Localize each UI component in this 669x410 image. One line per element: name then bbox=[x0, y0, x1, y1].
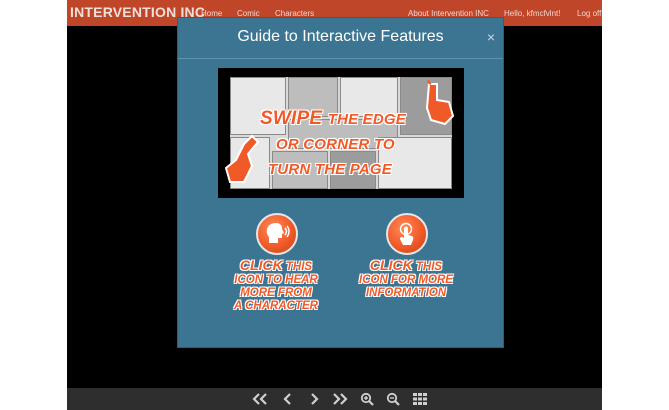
last-page-button[interactable] bbox=[330, 390, 350, 408]
touch-finger-icon bbox=[399, 222, 414, 245]
double-chevron-left-icon bbox=[252, 393, 267, 405]
grid-icon bbox=[413, 393, 427, 405]
page-grid-button[interactable] bbox=[410, 390, 430, 408]
zoom-out-button[interactable] bbox=[383, 390, 403, 408]
logoff-link[interactable]: Log off bbox=[577, 9, 601, 18]
character-voice-caption: CLICK THIS ICON TO HEAR MORE FROM A CHAR… bbox=[234, 257, 318, 312]
swipe-text-line3: TURN THE PAGE bbox=[268, 161, 392, 178]
chevron-left-icon bbox=[283, 393, 291, 405]
more-info-feature-icon bbox=[386, 213, 428, 255]
zoom-out-icon bbox=[386, 392, 400, 406]
swipe-demo-image: SWIPE THE EDGE OR CORNER TO TURN THE PAG… bbox=[218, 68, 464, 198]
user-greeting-link[interactable]: Hello, kfmcfvlnt! bbox=[504, 9, 560, 18]
interactive-guide-modal: Guide to Interactive Features × SWIPE TH… bbox=[177, 17, 504, 348]
swipe-text-strong: SWIPE bbox=[260, 108, 323, 129]
chevron-right-icon bbox=[311, 393, 319, 405]
double-chevron-right-icon bbox=[333, 393, 348, 405]
first-page-button[interactable] bbox=[250, 390, 270, 408]
swipe-hand-icon bbox=[425, 80, 455, 126]
zoom-in-button[interactable] bbox=[357, 390, 377, 408]
next-page-button[interactable] bbox=[304, 390, 324, 408]
speaking-head-icon bbox=[266, 223, 290, 243]
swipe-hand-icon bbox=[224, 134, 260, 183]
modal-title: Guide to Interactive Features bbox=[237, 28, 444, 45]
reader-toolbar bbox=[67, 388, 602, 410]
prev-page-button[interactable] bbox=[278, 390, 298, 408]
modal-header: Guide to Interactive Features × bbox=[178, 18, 503, 59]
close-button[interactable]: × bbox=[487, 29, 495, 45]
more-info-caption: CLICK THIS ICON FOR MORE INFORMATION bbox=[359, 257, 453, 299]
character-voice-feature-icon bbox=[256, 213, 298, 255]
swipe-text-line2: OR CORNER TO bbox=[276, 136, 395, 153]
swipe-text-rest: THE EDGE bbox=[327, 111, 406, 128]
zoom-in-icon bbox=[360, 392, 374, 406]
